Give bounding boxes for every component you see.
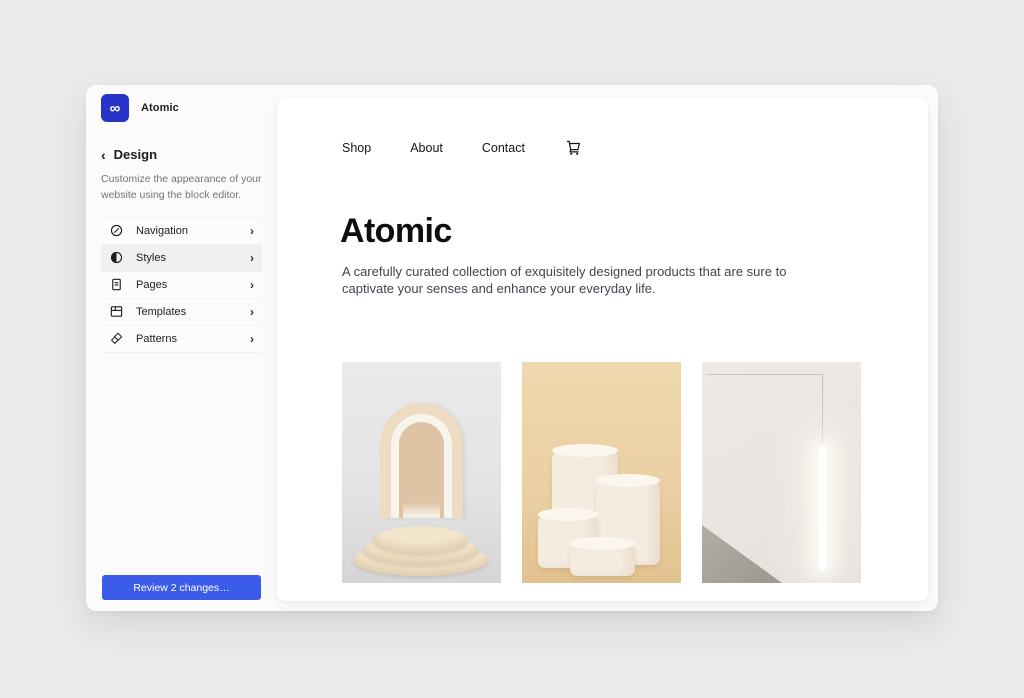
shopping-cart-icon[interactable] bbox=[564, 138, 583, 157]
podium-disc bbox=[373, 526, 468, 554]
site-preview-canvas[interactable]: Shop About Contact Atomic A carefully cu… bbox=[277, 98, 928, 601]
nav-link-shop[interactable]: Shop bbox=[342, 141, 371, 155]
chevron-right-icon: › bbox=[250, 224, 254, 238]
chevron-left-icon: ‹ bbox=[101, 148, 106, 162]
site-hub[interactable]: ∞ Atomic bbox=[101, 94, 262, 122]
chevron-right-icon: › bbox=[250, 332, 254, 346]
product-image-cylinders[interactable] bbox=[522, 362, 681, 583]
page-title: Atomic bbox=[340, 212, 452, 251]
sidebar-item-patterns[interactable]: Patterns › bbox=[101, 326, 262, 353]
nav-link-contact[interactable]: Contact bbox=[482, 141, 525, 155]
review-changes-button[interactable]: Review 2 changes… bbox=[102, 575, 261, 600]
product-gallery bbox=[342, 362, 861, 583]
light-cord bbox=[822, 374, 823, 446]
chevron-right-icon: › bbox=[250, 251, 254, 265]
light-cord bbox=[707, 374, 822, 375]
site-navigation: Shop About Contact bbox=[342, 138, 583, 157]
site-logo[interactable]: ∞ bbox=[101, 94, 129, 122]
product-image-light-tube[interactable] bbox=[702, 362, 861, 583]
design-menu: Navigation › Styles › bbox=[101, 217, 262, 353]
sidebar-item-styles[interactable]: Styles › bbox=[101, 245, 262, 272]
panel-description: Customize the appearance of your website… bbox=[101, 171, 262, 204]
cylinder-shape bbox=[570, 543, 635, 576]
sidebar-item-templates[interactable]: Templates › bbox=[101, 299, 262, 326]
app-window: ∞ Atomic ‹ Design Customize the appearan… bbox=[86, 85, 938, 611]
styles-icon bbox=[109, 250, 124, 265]
templates-icon bbox=[109, 304, 124, 319]
infinity-icon: ∞ bbox=[110, 101, 121, 116]
page-description: A carefully curated collection of exquis… bbox=[342, 263, 794, 298]
site-name: Atomic bbox=[141, 102, 179, 114]
chevron-right-icon: › bbox=[250, 305, 254, 319]
sidebar-item-pages[interactable]: Pages › bbox=[101, 272, 262, 299]
patterns-icon bbox=[109, 331, 124, 346]
pages-icon bbox=[109, 277, 124, 292]
light-tube-shape bbox=[819, 445, 826, 571]
nav-link-about[interactable]: About bbox=[410, 141, 443, 155]
arch-shape bbox=[380, 403, 463, 518]
product-image-arch[interactable] bbox=[342, 362, 501, 583]
sidebar: ∞ Atomic ‹ Design Customize the appearan… bbox=[86, 85, 277, 611]
navigation-icon bbox=[109, 223, 124, 238]
back-button[interactable]: ‹ Design bbox=[101, 147, 262, 162]
panel-title: Design bbox=[114, 147, 157, 162]
chevron-right-icon: › bbox=[250, 278, 254, 292]
sidebar-item-navigation[interactable]: Navigation › bbox=[101, 218, 262, 245]
stair-shadow-shape bbox=[702, 525, 782, 583]
